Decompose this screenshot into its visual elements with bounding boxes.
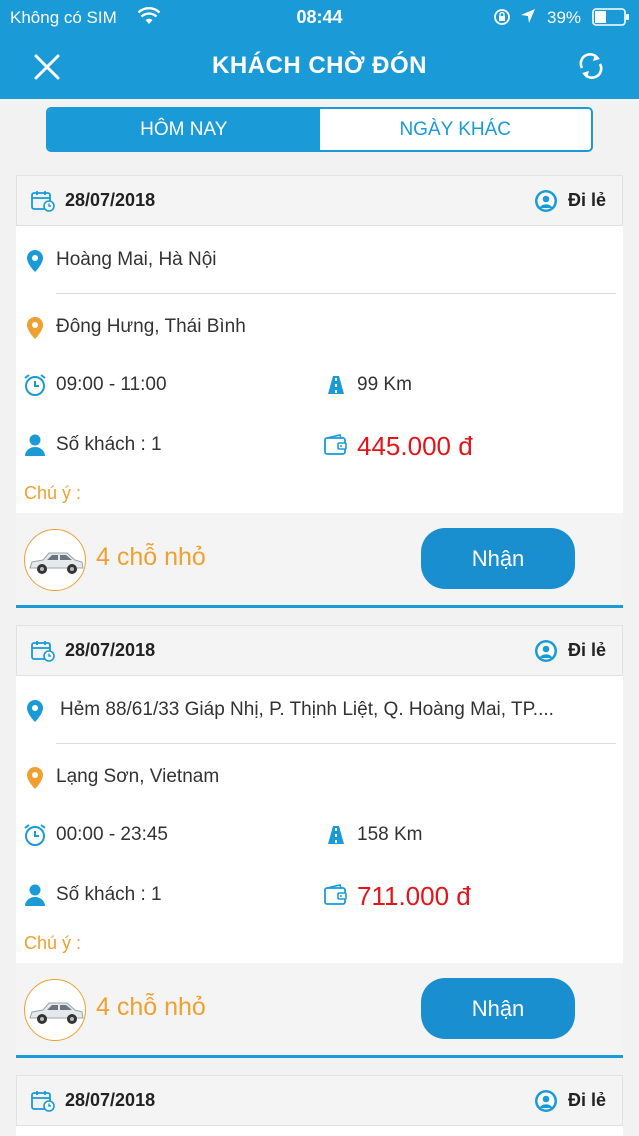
car-avatar [24,979,86,1041]
ride-price: 445.000 đ [357,431,473,461]
alarm-clock-icon [24,824,46,846]
dropoff-address: Lạng Sơn, Vietnam [56,766,220,787]
road-icon [328,826,344,844]
note-label: Chú ý : [24,483,82,503]
user-circle-icon [535,1090,557,1112]
passenger-count: Số khách : 1 [56,884,162,905]
user-circle-icon [535,640,557,662]
road-icon [328,376,344,394]
rotation-lock-icon [494,9,510,25]
calendar-clock-icon [31,191,55,212]
trip-type: Đi lẻ [568,640,607,660]
tab-other-day[interactable]: NGÀY KHÁC [320,109,592,150]
divider [56,743,616,744]
car-avatar [24,529,86,591]
car-type: 4 chỗ nhỏ [96,543,206,571]
ride-card-footer: 4 chỗ nhỏ Nhận [16,963,623,1058]
accept-button[interactable]: Nhận [421,978,575,1039]
divider [56,293,616,294]
tab-today[interactable]: HÔM NAY [48,109,320,150]
person-icon [25,884,45,906]
time-window: 00:00 - 23:45 [56,824,168,845]
ride-card: 28/07/2018 Đi lẻ Hoàng Mai, Hà Nội Đông … [16,175,623,608]
pickup-address: Hoàng Mai, Hà Nội [56,249,217,270]
user-circle-icon [535,190,557,212]
dropoff-pin-icon [27,767,43,789]
top-bar: Không có SIM 08:44 39% KHÁCH CHỜ ĐÓN [0,0,639,99]
calendar-clock-icon [31,1091,55,1112]
distance: 158 Km [357,824,423,845]
wallet-icon [324,884,347,905]
location-arrow-icon [521,9,535,23]
day-tabs: HÔM NAY NGÀY KHÁC [46,107,593,152]
ride-date: 28/07/2018 [65,1090,156,1110]
ride-date: 28/07/2018 [65,640,156,660]
ride-card-header: 28/07/2018 Đi lẻ [16,175,623,226]
ride-price: 711.000 đ [357,881,471,911]
car-icon [29,552,84,574]
status-time: 08:44 [296,7,343,27]
car-icon [29,1002,84,1024]
ride-card-header: 28/07/2018 Đi lẻ [16,625,623,676]
page-title: KHÁCH CHỜ ĐÓN [212,52,427,79]
ride-card: 28/07/2018 Đi lẻ Hẻm 88/61/33 Giáp Nhị, … [16,625,623,1058]
dropoff-pin-icon [27,317,43,339]
battery-icon [592,8,629,26]
dropoff-address: Đông Hưng, Thái Bình [56,316,246,337]
person-icon [25,434,45,456]
accept-button[interactable]: Nhận [421,528,575,589]
car-type: 4 chỗ nhỏ [96,993,206,1021]
pickup-pin-icon [27,250,43,272]
pickup-pin-icon [27,700,43,722]
status-bar: Không có SIM 08:44 39% [0,0,639,34]
time-window: 09:00 - 11:00 [56,374,167,395]
passenger-count: Số khách : 1 [56,434,162,455]
refresh-icon[interactable] [574,49,608,83]
calendar-clock-icon [31,641,55,662]
ride-date: 28/07/2018 [65,190,156,210]
trip-type: Đi lẻ [568,1090,607,1110]
alarm-clock-icon [24,374,46,396]
pickup-address: Hẻm 88/61/33 Giáp Nhị, P. Thịnh Liệt, Q.… [60,699,554,720]
ride-card: 28/07/2018 Đi lẻ [16,1075,623,1136]
note-label: Chú ý : [24,933,82,953]
wallet-icon [324,434,347,455]
trip-type: Đi lẻ [568,190,607,210]
distance: 99 Km [357,374,412,395]
ride-card-header: 28/07/2018 Đi lẻ [16,1075,623,1126]
ride-card-footer: 4 chỗ nhỏ Nhận [16,513,623,608]
battery-percent: 39% [547,8,582,27]
